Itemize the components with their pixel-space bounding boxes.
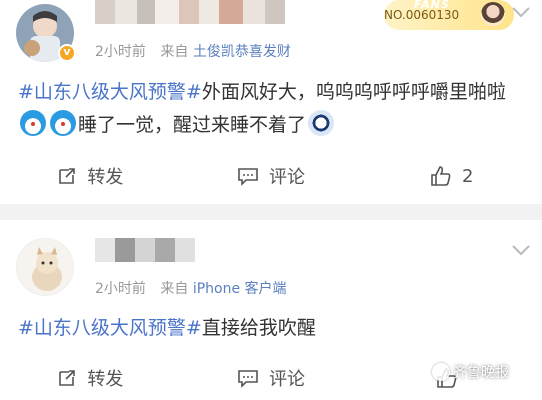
hashtag-link[interactable]: #山东八级大风预警# — [18, 81, 202, 103]
fans-number: NO.0060130 — [384, 8, 460, 22]
post-text: 直接给我吹醒 — [201, 317, 316, 339]
watermark: 齐鲁晚报 — [432, 362, 509, 382]
repost-icon — [59, 370, 76, 386]
post-content: #山东八级大风预警#外面风好大，呜呜呜呼呼呼嚼里啪啦睡了一觉，醒过来睡不着了 — [18, 76, 528, 142]
username-blurred[interactable] — [95, 0, 285, 24]
repost-label: 转发 — [87, 369, 124, 390]
blue-face-emoji-icon — [308, 110, 335, 136]
like-button[interactable]: 2 — [361, 156, 542, 196]
hashtag-link[interactable]: #山东八级大风预警# — [18, 317, 202, 339]
source-link[interactable]: iPhone 客户端 — [193, 281, 287, 297]
fans-avatar-icon — [481, 2, 505, 26]
comment-button[interactable]: 评论 — [181, 358, 362, 398]
repost-button[interactable]: 转发 — [0, 358, 181, 398]
thumbs-up-icon — [431, 166, 451, 186]
post-meta: 2小时前 来自 土俊凯恭喜发财 — [95, 41, 291, 61]
comment-label: 评论 — [269, 369, 305, 390]
watermark-logo-icon — [432, 363, 450, 381]
watermark-text: 齐鲁晚报 — [453, 365, 509, 381]
post-content: #山东八级大风预警#直接给我吹醒 — [18, 312, 528, 345]
post-separator — [0, 204, 542, 220]
source-prefix: 来自 — [160, 44, 189, 60]
repost-icon — [59, 168, 76, 184]
source-prefix: 来自 — [160, 281, 189, 297]
avatar[interactable] — [16, 238, 74, 296]
doraemon-emoji-icon — [20, 110, 46, 136]
comment-button[interactable]: 评论 — [181, 156, 362, 196]
repost-button[interactable]: 转发 — [0, 156, 181, 196]
username-blurred[interactable] — [95, 238, 195, 262]
comment-icon — [238, 168, 258, 186]
like-count: 2 — [461, 165, 474, 187]
comment-icon — [238, 370, 258, 388]
post-text: 外面风好大，呜呜呜呼呼呼嚼里啪啦 — [201, 81, 506, 103]
verified-badge-icon — [58, 44, 76, 62]
post-text: 睡了一觉，醒过来睡不着了 — [78, 114, 307, 136]
post-time: 2小时前 — [95, 44, 146, 60]
doraemon-emoji-icon — [50, 110, 76, 136]
post-meta: 2小时前 来自 iPhone 客户端 — [95, 278, 287, 298]
source-link[interactable]: 土俊凯恭喜发财 — [193, 44, 291, 60]
chevron-down-icon[interactable] — [510, 242, 532, 256]
repost-label: 转发 — [87, 167, 124, 188]
post-time: 2小时前 — [95, 281, 146, 297]
action-bar: 转发 评论 2 — [0, 156, 542, 196]
fans-badge[interactable]: FANS NO.0060130 — [384, 0, 514, 30]
comment-label: 评论 — [269, 167, 305, 188]
chevron-down-icon[interactable] — [510, 4, 532, 18]
weibo-post: FANS NO.0060130 2小时前 来自 土俊凯恭喜发财 #山东八级大风预… — [0, 0, 542, 204]
